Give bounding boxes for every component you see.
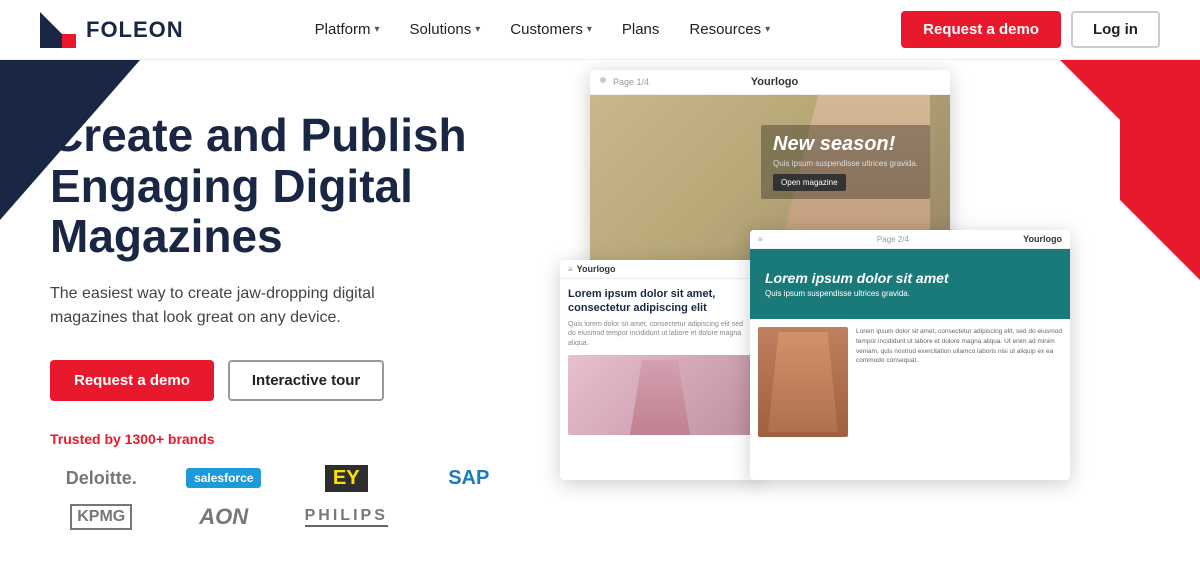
mag-sm-left-logo: Yourlogo [577,264,616,274]
mag-sr-content: Lorem ipsum dolor sit amet, consectetur … [750,319,1070,445]
hero-request-demo-button[interactable]: Request a demo [50,360,214,401]
mag-page-info: Page 1/4 [613,77,649,87]
hero-title: Create and Publish Engaging Digital Maga… [50,110,520,262]
mag-sr-page-info: Page 2/4 [877,235,909,244]
mag-sm-left-title: Lorem ipsum dolor sit amet, consectetur … [568,287,752,316]
mag-sm-left-text: Quis lorem dolor sit amet, consectetur a… [568,320,752,349]
hero-section: Create and Publish Engaging Digital Maga… [0,60,1200,561]
hero-buttons: Request a demo Interactive tour [50,360,520,401]
mag-sm-girl-silhouette [630,360,690,435]
brand-sap: SAP [418,467,521,490]
hero-content-left: Create and Publish Engaging Digital Maga… [0,60,560,561]
mag-sr-portrait-face [768,332,838,432]
mag-sr-banner: Lorem ipsum dolor sit amet Quis ipsum su… [750,249,1070,319]
hero-interactive-tour-button[interactable]: Interactive tour [228,360,384,401]
magazine-small-right: ≡ Page 2/4 Yourlogo Lorem ipsum dolor si… [750,230,1070,480]
brand-deloitte: Deloitte. [50,468,153,489]
mag-main-header: Page 1/4 Yourlogo [590,70,950,95]
trusted-label: Trusted by 1300+ brands [50,431,520,447]
logo-text: FOLEON [86,17,184,43]
mag-sm-left-body: Lorem ipsum dolor sit amet, consectetur … [560,279,760,443]
brand-ey: EY [295,465,398,492]
brands-grid: Deloitte. salesforce EY SAP KPMG AON PHI… [50,465,520,530]
logo-area[interactable]: FOLEON [40,12,184,48]
mag-sr-body-text: Lorem ipsum dolor sit amet, consectetur … [856,327,1062,437]
chevron-down-icon: ▾ [475,24,480,35]
mag-dot-1 [600,77,606,83]
nav-solutions[interactable]: Solutions ▾ [410,21,481,38]
mag-main-logo: Yourlogo [751,76,798,88]
brand-philips: PHILIPS [295,507,398,527]
hero-subtitle: The easiest way to create jaw-dropping d… [50,282,450,330]
mag-header-dots: Page 1/4 [600,77,649,87]
mag-sm-left-header: ≡ Yourlogo [560,260,760,279]
nav-actions: Request a demo Log in [901,11,1160,48]
mag-sr-portrait [758,327,848,437]
logo-icon [40,12,76,48]
hero-magazine-preview: Page 1/4 Yourlogo New season! Quis ipsum… [560,60,1200,561]
nav-customers[interactable]: Customers ▾ [510,21,592,38]
mag-overlay-subtitle: Quis ipsum suspendisse ultrices gravida. [773,159,918,168]
nav-plans[interactable]: Plans [622,21,660,38]
nav-platform[interactable]: Platform ▾ [315,21,380,38]
mag-overlay: New season! Quis ipsum suspendisse ultri… [761,125,930,199]
mag-sr-banner-subtitle: Quis ipsum suspendisse ultrices gravida. [765,289,1055,298]
mag-sm-left-image [568,355,752,435]
chevron-down-icon: ▾ [587,24,592,35]
nav-request-demo-button[interactable]: Request a demo [901,11,1061,48]
brand-kpmg: KPMG [50,504,153,530]
chevron-down-icon: ▾ [765,24,770,35]
nav-resources[interactable]: Resources ▾ [689,21,770,38]
mag-sr-header: ≡ Page 2/4 Yourlogo [750,230,1070,249]
mag-overlay-title: New season! [773,133,918,156]
mag-sr-logo: Yourlogo [1023,234,1062,244]
magazine-small-left: ≡ Yourlogo Lorem ipsum dolor sit amet, c… [560,260,760,480]
navigation: FOLEON Platform ▾ Solutions ▾ Customers … [0,0,1200,60]
nav-login-button[interactable]: Log in [1071,11,1160,48]
nav-links: Platform ▾ Solutions ▾ Customers ▾ Plans… [315,21,770,38]
mag-open-button[interactable]: Open magazine [773,174,845,191]
brand-salesforce: salesforce [173,468,276,488]
brand-aon: AON [173,504,276,530]
mag-sr-banner-title: Lorem ipsum dolor sit amet [765,270,1055,286]
chevron-down-icon: ▾ [375,24,380,35]
